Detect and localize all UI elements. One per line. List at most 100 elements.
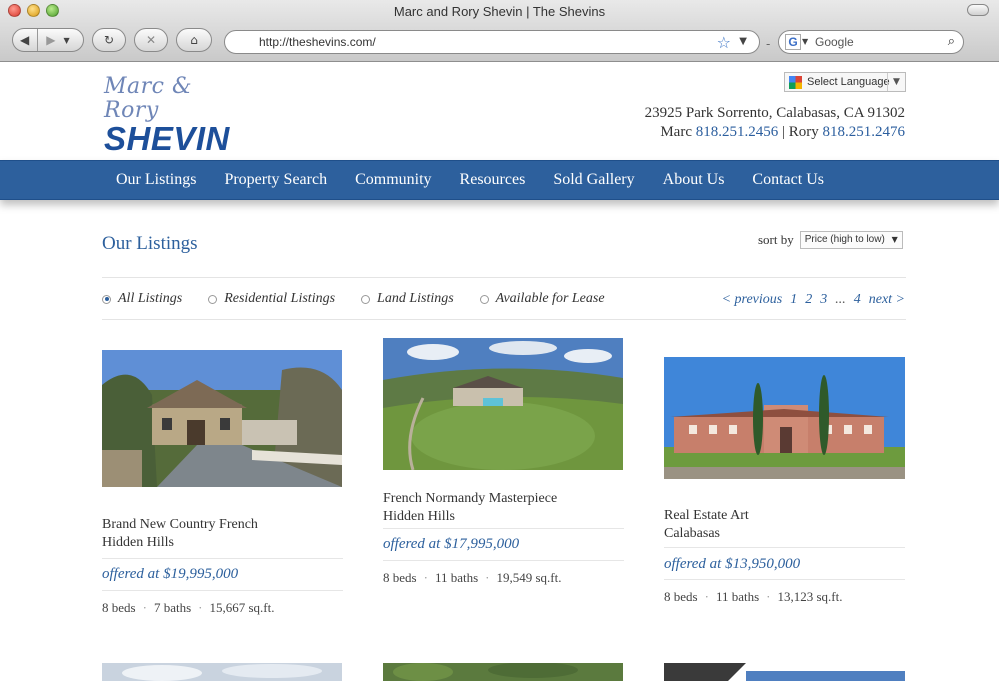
- nav-contact-us[interactable]: Contact Us: [738, 161, 838, 199]
- listing-photo[interactable]: [383, 663, 623, 681]
- listing-title: Real Estate Art: [664, 508, 749, 523]
- listing-beds: 8 beds: [383, 570, 417, 585]
- nav-about-us[interactable]: About Us: [649, 161, 739, 199]
- toolbar-toggle-button[interactable]: [967, 4, 989, 16]
- sort-value: Price (high to low): [804, 234, 885, 245]
- filter-land-listings[interactable]: Land Listings: [361, 291, 454, 307]
- divider: [37, 29, 39, 51]
- browser-toolbar: ◀ ▶ ▼ ↻ ✕ ⌂ http://theshevins.com/ ☆ ▼ -…: [0, 28, 999, 56]
- reload-button[interactable]: ↻: [92, 28, 126, 52]
- site-logo[interactable]: Marc & Rory SHEVIN: [104, 74, 249, 156]
- marc-phone-link[interactable]: 818.251.2456: [696, 124, 779, 140]
- listing-name[interactable]: Brand New Country French Hidden Hills: [102, 516, 258, 552]
- separator-dot: ·: [704, 589, 709, 604]
- browser-chrome: Marc and Rory Shevin | The Shevins ◀ ▶ ▼…: [0, 0, 999, 62]
- language-select-label: Select Language: [807, 76, 890, 88]
- listing-photo[interactable]: [383, 338, 623, 470]
- bookmark-star-icon[interactable]: ☆: [717, 33, 731, 52]
- search-box[interactable]: G ▼ Google ⌕: [778, 30, 964, 54]
- filter-available-for-lease[interactable]: Available for Lease: [479, 291, 605, 307]
- address-bar[interactable]: http://theshevins.com/ ☆ ▼: [224, 30, 760, 54]
- listing-card: Brand New Country French Hidden Hills of…: [102, 350, 343, 620]
- listing-baths: 11 baths: [715, 589, 760, 604]
- search-input[interactable]: Google: [815, 35, 854, 49]
- forward-arrow-icon[interactable]: ▶: [46, 33, 55, 47]
- filter-all-listings[interactable]: All Listings: [102, 291, 182, 307]
- listing-title: French Normandy Masterpiece: [383, 491, 558, 506]
- rory-phone-link[interactable]: 818.251.2476: [823, 124, 906, 140]
- search-engine-dropdown-icon[interactable]: ▼: [802, 37, 808, 46]
- radio-unselected[interactable]: [479, 294, 489, 304]
- reload-icon: ↻: [103, 33, 115, 47]
- filter-residential-listings[interactable]: Residential Listings: [208, 291, 335, 307]
- separator-dot: ·: [198, 600, 203, 615]
- url-dropdown-icon[interactable]: ▼: [739, 36, 747, 47]
- nav-property-search[interactable]: Property Search: [210, 161, 341, 199]
- logo-main-text: SHEVIN: [104, 120, 230, 157]
- nav-resources[interactable]: Resources: [446, 161, 540, 199]
- radio-unselected[interactable]: [361, 294, 371, 304]
- listing-card: French Normandy Masterpiece Hidden Hills…: [383, 338, 624, 620]
- divider: [102, 277, 906, 278]
- separator-dot: ·: [142, 600, 147, 615]
- listing-filters: All Listings Residential Listings Land L…: [102, 291, 605, 307]
- filter-label: Residential Listings: [224, 291, 336, 306]
- listing-specs: 8 beds · 7 baths · 15,667 sq.ft.: [102, 600, 274, 616]
- stop-icon: ✕: [145, 33, 157, 47]
- listing-sqft: 13,123 sq.ft.: [777, 589, 843, 604]
- page-link-4[interactable]: 4: [854, 292, 861, 308]
- search-engine-icon[interactable]: G: [785, 34, 801, 50]
- listing-card: Real Estate Art Calabasas offered at $13…: [664, 357, 905, 620]
- listing-name[interactable]: Real Estate Art Calabasas: [664, 507, 749, 543]
- window-title: Marc and Rory Shevin | The Shevins: [393, 4, 606, 19]
- radio-selected[interactable]: [102, 294, 111, 304]
- listing-location: Hidden Hills: [383, 509, 455, 524]
- french-normandy-estate-image: [383, 338, 623, 470]
- page-link-1[interactable]: 1: [790, 292, 797, 308]
- page-link-3[interactable]: 3: [820, 292, 827, 308]
- divider: [102, 590, 343, 591]
- nav-our-listings[interactable]: Our Listings: [102, 161, 210, 199]
- listing-photo[interactable]: [664, 663, 905, 681]
- listing-price: offered at $17,995,000: [383, 536, 520, 552]
- filter-label: Land Listings: [377, 291, 454, 306]
- listing-beds: 8 beds: [664, 589, 698, 604]
- next-page-link[interactable]: next >: [869, 292, 905, 308]
- radio-unselected[interactable]: [208, 294, 218, 304]
- sort-label: sort by: [758, 232, 794, 247]
- search-icon[interactable]: ⌕: [948, 34, 955, 49]
- next-listing-image: [383, 663, 623, 681]
- listing-location: Hidden Hills: [102, 535, 174, 550]
- listing-price: offered at $19,995,000: [102, 566, 239, 582]
- main-nav: Our Listings Property Search Community R…: [0, 160, 999, 200]
- listing-photo[interactable]: [102, 350, 342, 487]
- listing-name[interactable]: French Normandy Masterpiece Hidden Hills: [383, 490, 557, 526]
- logo-script-text: Marc & Rory: [104, 74, 193, 123]
- separator-dot: ·: [423, 570, 428, 585]
- chevron-down-icon: ▼: [891, 235, 898, 244]
- listing-photo[interactable]: [664, 357, 905, 479]
- history-dropdown-icon[interactable]: ▼: [63, 36, 69, 45]
- listing-sqft: 19,549 sq.ft.: [496, 570, 562, 585]
- url-text: http://theshevins.com/: [259, 35, 376, 49]
- next-listing-image: [664, 663, 905, 681]
- listing-beds: 8 beds: [102, 600, 136, 615]
- sort-control: sort by Price (high to low) ▼: [758, 231, 903, 249]
- home-button[interactable]: ⌂: [176, 28, 212, 52]
- listing-location: Calabasas: [664, 526, 720, 541]
- listing-title: Brand New Country French: [102, 517, 258, 532]
- rory-label: Rory: [788, 124, 819, 140]
- next-listing-image: [102, 663, 342, 681]
- page-link-2[interactable]: 2: [805, 292, 812, 308]
- stop-button[interactable]: ✕: [134, 28, 168, 52]
- back-arrow-icon[interactable]: ◀: [20, 33, 29, 47]
- listing-photo[interactable]: [102, 663, 342, 681]
- sort-select[interactable]: Price (high to low) ▼: [799, 231, 903, 249]
- nav-community[interactable]: Community: [341, 161, 445, 199]
- office-address: 23925 Park Sorrento, Calabasas, CA 91302: [644, 105, 905, 121]
- previous-page-link[interactable]: < previous: [722, 292, 783, 308]
- divider: [102, 558, 343, 559]
- nav-sold-gallery[interactable]: Sold Gallery: [539, 161, 648, 199]
- language-select[interactable]: Select Language ▼: [784, 72, 906, 92]
- back-forward-buttons[interactable]: ◀ ▶ ▼: [12, 28, 84, 52]
